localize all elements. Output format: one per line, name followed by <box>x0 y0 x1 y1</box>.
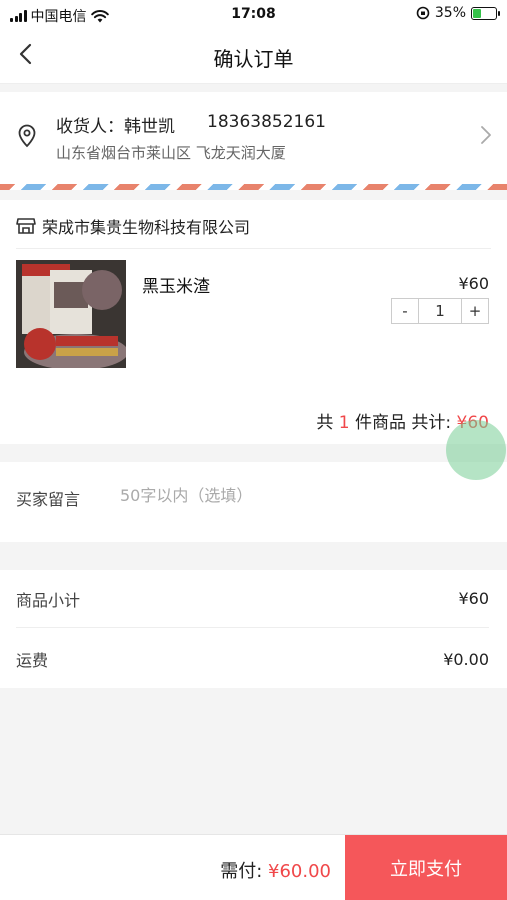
product-photo <box>16 260 126 368</box>
airmail-divider <box>0 184 507 190</box>
shop-name: 荣成市集贵生物科技有限公司 <box>42 218 251 237</box>
page-title: 确认订单 <box>213 47 294 71</box>
status-right: 35% <box>416 5 500 21</box>
receiver-label: 收货人： <box>56 117 124 137</box>
order-total-amount: ¥60 <box>456 413 489 433</box>
shop-divider <box>16 248 491 249</box>
total-suffix: 件商品 共计: <box>355 413 452 433</box>
amount-due: 需付: ¥60.00 <box>220 857 331 883</box>
shipping-row: 运费 ¥0.00 <box>16 630 489 688</box>
checkout-bar: 需付: ¥60.00 立即支付 <box>0 834 507 900</box>
location-pin-icon <box>18 124 36 148</box>
status-bar: 中国电信 17:08 35% <box>0 0 507 30</box>
pay-now-button[interactable]: 立即支付 <box>345 835 507 900</box>
buyer-message-row: 买家留言 <box>0 462 507 542</box>
buyer-message-label: 买家留言 <box>16 490 81 509</box>
buyer-message-input[interactable] <box>120 482 480 508</box>
shop-card: 荣成市集贵生物科技有限公司 黑玉米渣 ¥60 - 1 + 共 1 件商品 共计:… <box>0 200 507 444</box>
subtotal-label: 商品小计 <box>16 590 81 610</box>
receiver-address: 山东省烟台市莱山区 飞龙天润大厦 <box>56 144 286 162</box>
amount-due-label: 需付: <box>220 861 263 882</box>
product-price: ¥60 <box>458 274 489 293</box>
quantity-value[interactable]: 1 <box>418 299 462 323</box>
total-prefix: 共 <box>316 413 334 433</box>
receiver-info: 收货人：韩世凯 <box>56 112 175 137</box>
price-summary: 商品小计 ¥60 运费 ¥0.00 <box>0 570 507 688</box>
chevron-right-icon <box>481 126 491 144</box>
subtotal-value: ¥60 <box>458 589 489 608</box>
decrease-quantity-button[interactable]: - <box>392 299 418 323</box>
product-name: 黑玉米渣 <box>142 277 210 297</box>
store-icon <box>16 218 36 234</box>
shop-header: 荣成市集贵生物科技有限公司 <box>16 214 250 238</box>
receiver-line: 收货人：韩世凯 18363852161 <box>56 112 326 137</box>
receiver-phone: 18363852161 <box>207 112 326 132</box>
shipping-address-card[interactable]: 收货人：韩世凯 18363852161 山东省烟台市莱山区 飞龙天润大厦 <box>0 92 507 184</box>
nav-bar: 确认订单 <box>0 30 507 84</box>
receiver-name: 韩世凯 <box>124 117 175 137</box>
orientation-lock-icon <box>416 6 430 20</box>
battery-icon <box>471 6 500 20</box>
subtotal-row: 商品小计 ¥60 <box>16 570 489 628</box>
quantity-stepper: - 1 + <box>391 298 489 324</box>
item-count: 1 <box>338 413 350 433</box>
order-total-line: 共 1 件商品 共计: ¥60 <box>316 408 489 433</box>
battery-fill <box>473 8 482 18</box>
shipping-value: ¥0.00 <box>443 649 489 669</box>
increase-quantity-button[interactable]: + <box>462 299 488 323</box>
product-image[interactable] <box>16 260 126 368</box>
battery-percent: 35% <box>434 5 466 21</box>
amount-due-value: ¥60.00 <box>268 861 331 882</box>
shipping-label: 运费 <box>16 651 49 670</box>
